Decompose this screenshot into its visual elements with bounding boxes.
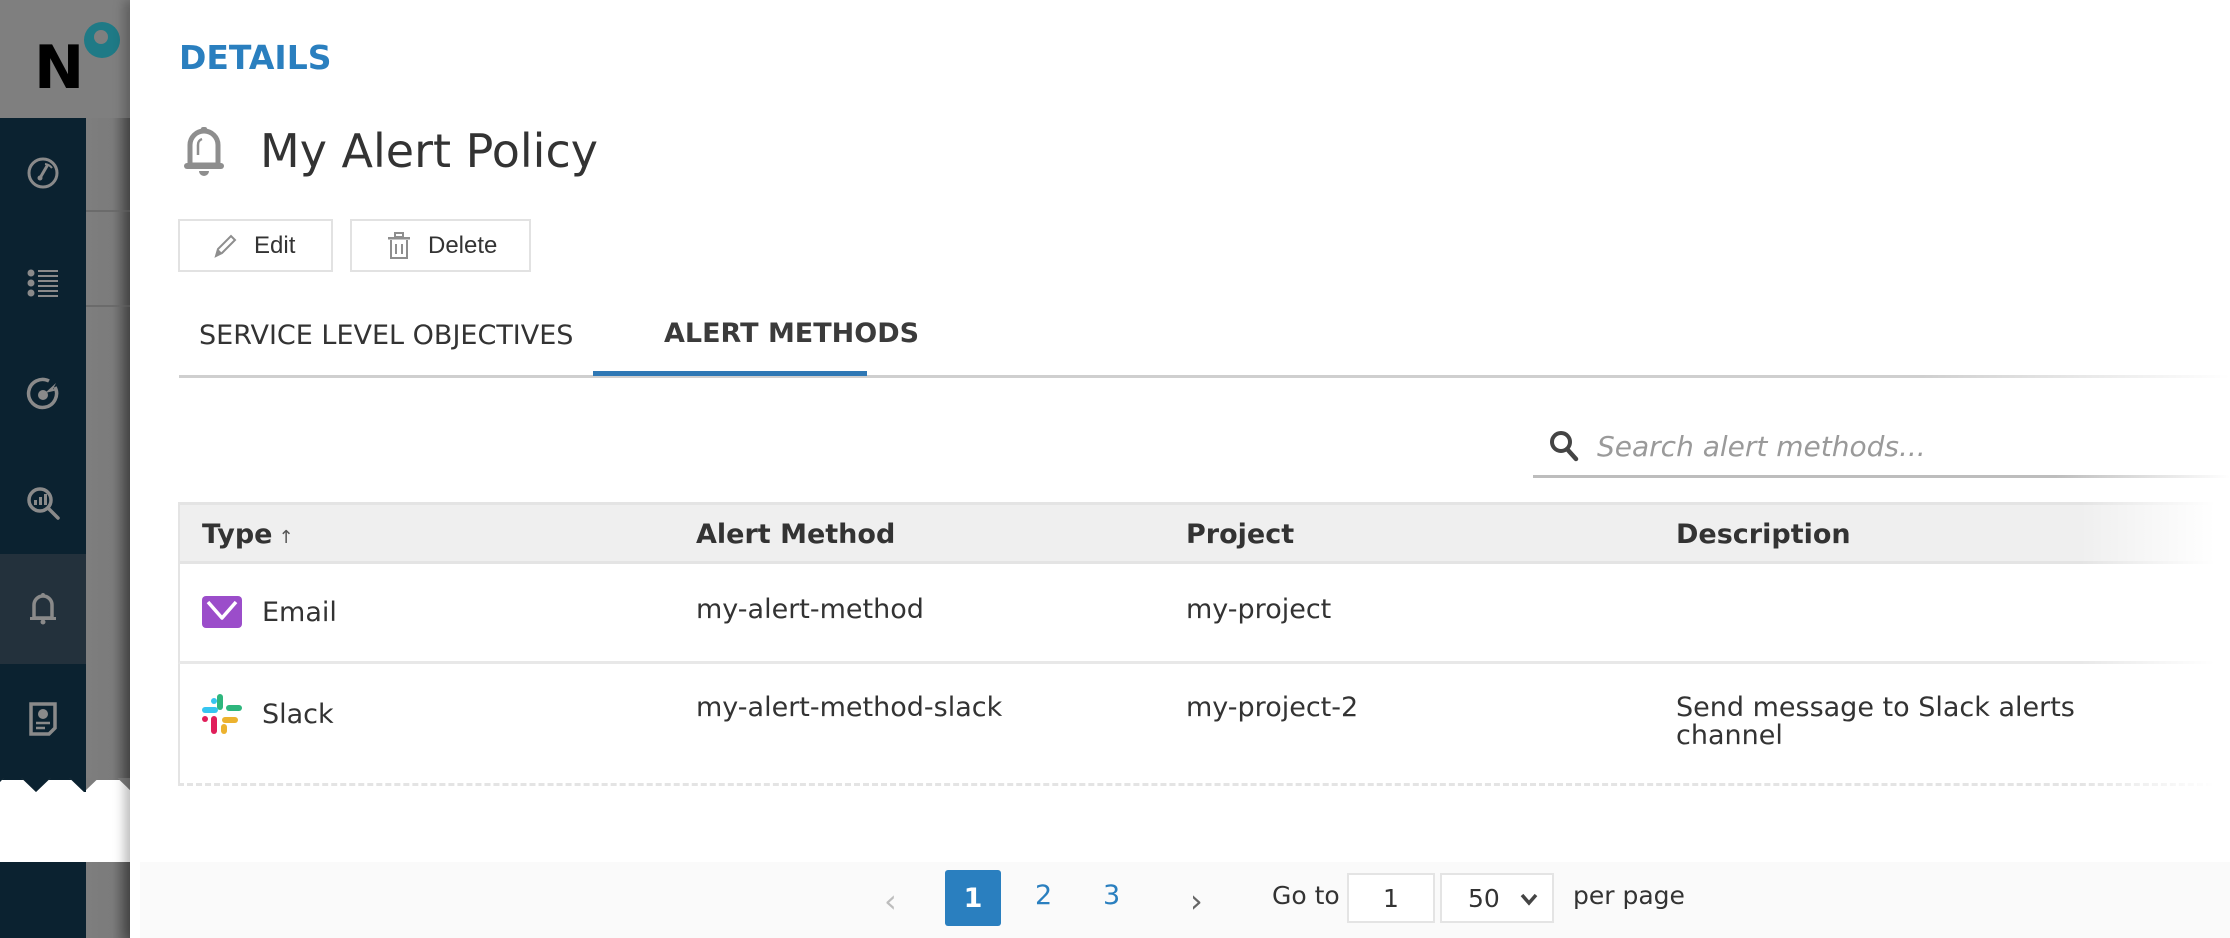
column-header-type[interactable]: Type ↑ <box>202 519 294 550</box>
edit-button[interactable]: Edit <box>178 219 333 272</box>
alert-method-cell[interactable]: my-alert-method <box>696 594 924 625</box>
logo-nine-icon <box>84 22 120 58</box>
chevron-down-icon <box>1520 893 1538 906</box>
delete-label: Delete <box>428 231 498 259</box>
list-icon <box>27 269 58 297</box>
sidebar-item-slo[interactable] <box>0 338 86 448</box>
next-page-button[interactable]: › <box>1190 882 1203 920</box>
tab-alert-methods[interactable]: ALERT METHODS <box>664 318 919 349</box>
project-cell: my-project <box>1186 594 1332 625</box>
slack-icon <box>202 694 242 734</box>
pencil-icon <box>214 234 237 258</box>
bell-icon <box>30 593 56 625</box>
divider <box>86 210 130 212</box>
project-cell: my-project-2 <box>1186 692 1359 723</box>
tab-bar: SERVICE LEVEL OBJECTIVES ALERT METHODS <box>179 300 2230 378</box>
goto-label: Go to <box>1272 881 1340 910</box>
sidebar-item-alerts[interactable] <box>0 554 86 664</box>
section-label: DETAILS <box>179 38 332 77</box>
page-3-button[interactable]: 3 <box>1103 880 1120 911</box>
column-header-alert-method[interactable]: Alert Method <box>696 519 895 550</box>
per-page-value: 50 <box>1468 883 1500 913</box>
page-2-button[interactable]: 2 <box>1035 880 1052 911</box>
email-icon <box>202 596 242 628</box>
bell-icon <box>184 127 224 176</box>
prev-page-button[interactable]: ‹ <box>884 882 897 920</box>
per-page-label: per page <box>1573 881 1685 910</box>
logo-letter: N <box>34 33 85 103</box>
report-icon <box>29 702 57 736</box>
title-row: My Alert Policy <box>182 124 598 178</box>
active-tab-indicator <box>593 371 867 376</box>
alert-method-cell[interactable]: my-alert-method-slack <box>696 692 1002 723</box>
column-header-description[interactable]: Description <box>1676 519 1851 550</box>
page-1-button[interactable]: 1 <box>945 870 1001 926</box>
sidebar-item-list[interactable] <box>0 228 86 338</box>
magnify-chart-icon <box>27 487 60 520</box>
column-header-label: Type <box>202 519 273 550</box>
torn-edge <box>0 778 130 862</box>
delete-button[interactable]: Delete <box>350 219 531 272</box>
table-row[interactable]: Slack my-alert-method-slack my-project-2… <box>178 664 2230 786</box>
edit-label: Edit <box>254 231 296 259</box>
alert-methods-table: Type ↑ Alert Method Project Description E… <box>178 502 2230 786</box>
type-cell: Email <box>202 592 337 632</box>
details-panel: DETAILS My Alert Policy Edit Delete SERV… <box>130 0 2230 938</box>
sidebar-item-reports[interactable] <box>0 664 86 774</box>
divider <box>86 305 130 307</box>
table-row[interactable]: Email my-alert-method my-project <box>178 564 2230 664</box>
target-icon <box>26 377 59 410</box>
logo: N <box>0 0 130 118</box>
search-underline <box>1533 475 2230 478</box>
sidebar-item-dashboard[interactable] <box>0 118 86 228</box>
tab-service-level-objectives[interactable]: SERVICE LEVEL OBJECTIVES <box>199 320 573 351</box>
sort-ascending-icon: ↑ <box>278 527 294 548</box>
tab-divider <box>179 375 2230 378</box>
search-icon <box>1550 431 1579 462</box>
type-label: Email <box>262 596 337 628</box>
type-label: Slack <box>262 698 334 730</box>
per-page-select[interactable]: 50 <box>1440 873 1554 923</box>
sidebar-item-analysis[interactable] <box>0 448 86 558</box>
search-input[interactable] <box>1597 424 2197 468</box>
type-cell: Slack <box>202 694 334 734</box>
goto-page-input[interactable] <box>1347 873 1435 923</box>
column-header-project[interactable]: Project <box>1186 519 1294 550</box>
table-header-row: Type ↑ Alert Method Project Description <box>178 502 2230 564</box>
page-title: My Alert Policy <box>260 124 598 178</box>
search-box <box>1533 420 2230 478</box>
trash-icon <box>388 231 410 259</box>
zigzag-edge <box>0 778 130 802</box>
pagination: ‹ 1 2 3 › Go to 50 per page <box>140 862 2230 938</box>
app-chrome: N <box>0 0 130 938</box>
description-cell: Send message to Slack alerts channel <box>1676 692 2075 751</box>
speedometer-icon <box>27 157 59 189</box>
